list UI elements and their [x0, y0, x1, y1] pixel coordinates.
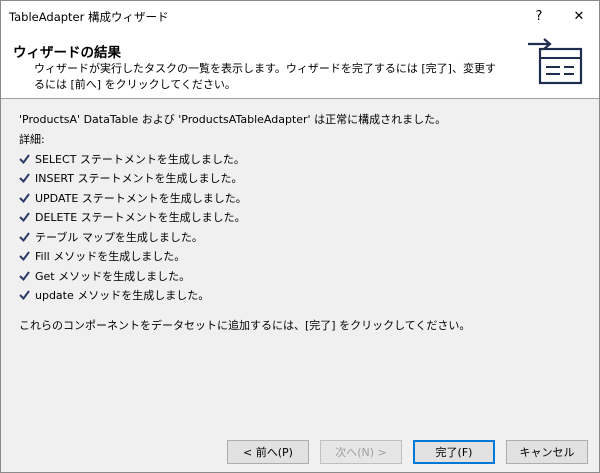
checkmark-icon: [19, 251, 30, 262]
help-button[interactable]: ?: [519, 1, 559, 31]
button-bar: < 前へ(P) 次へ(N) > 完了(F) キャンセル: [1, 424, 599, 472]
step-label: DELETE ステートメントを生成しました。: [35, 211, 246, 225]
list-item: DELETE ステートメントを生成しました。: [19, 208, 247, 228]
list-item: Fill メソッドを生成しました。: [19, 247, 247, 267]
checkmark-icon: [19, 193, 30, 203]
results-panel: 'ProductsA' DataTable および 'ProductsATabl…: [1, 100, 599, 424]
title-bar[interactable]: TableAdapter 構成ウィザード ? ✕: [1, 1, 599, 31]
checkmark-icon: [19, 271, 30, 281]
next-button[interactable]: 次へ(N) >: [320, 440, 402, 464]
step-label: UPDATE ステートメントを生成しました。: [35, 191, 247, 205]
checkmark-icon: [19, 212, 30, 223]
step-label: update メソッドを生成しました。: [35, 289, 210, 303]
wizard-dialog: TableAdapter 構成ウィザード ? ✕ ウィザードの結果 ウィザードが…: [0, 0, 600, 473]
step-label: テーブル マップを生成しました。: [35, 230, 203, 244]
step-list: SELECT ステートメントを生成しました。 INSERT ステートメントを生成…: [19, 149, 247, 305]
list-item: INSERT ステートメントを生成しました。: [19, 169, 247, 189]
cancel-button[interactable]: キャンセル: [506, 440, 588, 464]
checkmark-icon: [19, 154, 30, 164]
page-title: ウィザードの結果: [13, 45, 121, 61]
checkmark-icon: [19, 232, 30, 242]
step-label: SELECT ステートメントを生成しました。: [35, 152, 245, 166]
list-item: SELECT ステートメントを生成しました。: [19, 149, 247, 169]
wizard-arrow-icon: [528, 38, 583, 85]
close-button[interactable]: ✕: [559, 1, 599, 31]
finish-button[interactable]: 完了(F): [413, 440, 495, 464]
list-item: テーブル マップを生成しました。: [19, 227, 247, 247]
checkmark-icon: [19, 290, 30, 301]
close-icon: ✕: [573, 8, 585, 24]
window-title: TableAdapter 構成ウィザード: [9, 10, 169, 24]
step-label: INSERT ステートメントを生成しました。: [35, 172, 243, 186]
completion-instruction: これらのコンポーネントをデータセットに追加するには、[完了] をクリックしてくだ…: [19, 319, 471, 332]
summary-text: 'ProductsA' DataTable および 'ProductsATabl…: [19, 113, 447, 126]
back-button[interactable]: < 前へ(P): [227, 440, 309, 464]
step-label: Get メソッドを生成しました。: [35, 269, 191, 283]
list-item: UPDATE ステートメントを生成しました。: [19, 188, 247, 208]
step-label: Fill メソッドを生成しました。: [35, 250, 186, 264]
page-description: ウィザードが実行したタスクの一覧を表示します。ウィザードを完了するには [完了]…: [34, 62, 496, 91]
wizard-header: ウィザードの結果 ウィザードが実行したタスクの一覧を表示します。ウィザードを完了…: [1, 31, 599, 99]
checkmark-icon: [19, 173, 30, 184]
help-icon: ?: [535, 8, 543, 24]
list-item: Get メソッドを生成しました。: [19, 266, 247, 286]
details-label: 詳細:: [19, 133, 45, 146]
list-item: update メソッドを生成しました。: [19, 286, 247, 306]
